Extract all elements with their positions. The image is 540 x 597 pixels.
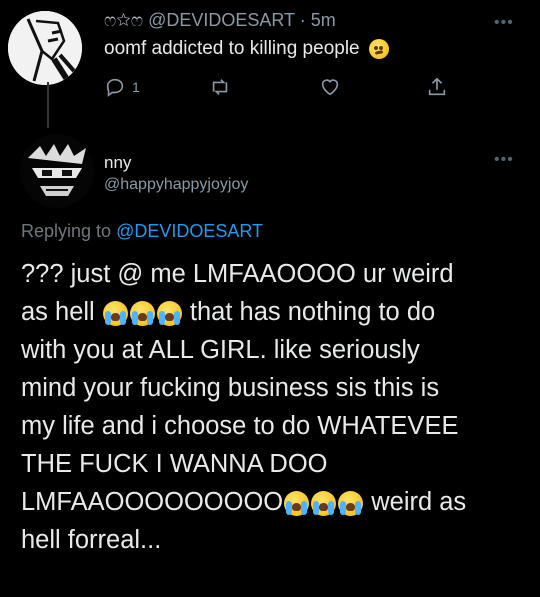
tweet1-text: oomf addicted to killing people: [104, 38, 389, 60]
replying-prefix: Replying to: [21, 221, 112, 241]
thread-connector-line: [47, 82, 49, 128]
tweet-line: THE FUCK I WANNA DOO: [21, 450, 328, 478]
tweet-line: with you at ALL GIRL. like seriously: [21, 336, 420, 364]
tweet1-text-content: oomf addicted to killing people: [104, 38, 360, 59]
tweet-line: my life and i choose to do WHATEVEE: [21, 412, 459, 440]
reply-button[interactable]: 1: [104, 76, 140, 98]
share-button[interactable]: [426, 76, 448, 98]
tweet-line: as hell that has nothing to do: [21, 293, 526, 331]
loudly-crying-face-icon: [102, 300, 128, 326]
tweet-line-part: as hell: [21, 298, 95, 326]
loudly-crying-face-icon: [338, 490, 364, 516]
replying-to-line: Replying to @DEVIDOESART: [21, 221, 263, 242]
retweet-button[interactable]: [209, 76, 231, 98]
confused-face-icon: [368, 38, 389, 59]
reply-count: 1: [132, 79, 140, 95]
tweet1-action-bar: 1: [104, 76, 446, 102]
tweet2-more-icon[interactable]: •••: [494, 152, 518, 168]
loudly-crying-face-icon: [129, 300, 155, 326]
loudly-crying-face-icon: [156, 300, 182, 326]
tweet2-handle[interactable]: @happyhappyjoyjoy: [104, 176, 248, 194]
tweet2-display-name[interactable]: nny: [104, 153, 131, 173]
avatar-devidoesart[interactable]: [8, 11, 82, 85]
loudly-crying-face-icon: [311, 490, 337, 516]
avatar-drawing-icon: [8, 11, 82, 85]
loudly-crying-face-icon: [284, 490, 310, 516]
reply-icon: [106, 78, 124, 97]
avatar-drawing-icon: [20, 134, 94, 208]
retweet-icon: [212, 79, 228, 95]
tweet-line: hell forreal...: [21, 526, 162, 554]
tweet-line-part: that has nothing to do: [189, 298, 436, 326]
tweet1-timestamp[interactable]: · 5m: [300, 10, 336, 30]
tweet2-text: ??? just @ me LMFAAOOOO ur weird as hell…: [21, 255, 526, 559]
tweet-line: LMFAAOOOOOOOOO weird as: [21, 483, 526, 521]
handle-decoration: ෆ☆ෆ: [104, 10, 144, 30]
tweet-line-part: weird as: [371, 488, 467, 516]
like-button[interactable]: [319, 76, 341, 98]
tweet1-more-icon[interactable]: •••: [494, 15, 518, 31]
tweet1-header: ෆ☆ෆ @DEVIDOESART · 5m: [104, 10, 336, 31]
avatar-nny[interactable]: [20, 134, 94, 208]
tweet1-handle[interactable]: @DEVIDOESART: [148, 10, 295, 30]
share-icon: [428, 77, 446, 96]
replying-to-handle[interactable]: @DEVIDOESART: [116, 221, 263, 241]
tweet-line: mind your fucking business sis this is: [21, 374, 440, 402]
tweet-line: ??? just @ me LMFAAOOOO ur weird: [21, 260, 454, 288]
tweet-line-part: LMFAAOOOOOOOOO: [21, 488, 284, 516]
heart-icon: [321, 79, 339, 96]
